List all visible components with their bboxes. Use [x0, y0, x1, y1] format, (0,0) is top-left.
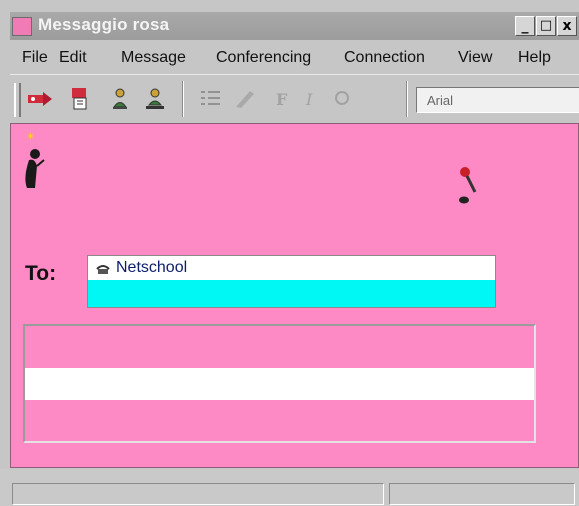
menu-connection[interactable]: Connection	[344, 49, 425, 67]
toolbar-grip[interactable]	[14, 83, 21, 117]
menu-view[interactable]: View	[458, 49, 492, 67]
italic-icon[interactable]: I	[298, 87, 326, 111]
app-icon[interactable]	[12, 17, 32, 36]
to-label: To:	[25, 262, 57, 285]
recipient-new-row[interactable]	[88, 280, 495, 307]
menu-message[interactable]: Message	[121, 49, 186, 67]
menu-conferencing[interactable]: Conferencing	[216, 49, 311, 67]
attach-icon[interactable]	[66, 87, 94, 111]
menu-file[interactable]: File	[22, 49, 48, 67]
underline-icon[interactable]	[328, 87, 356, 111]
maximize-button[interactable]: □	[536, 16, 556, 36]
svg-text:F: F	[276, 90, 288, 109]
status-bar	[0, 469, 579, 506]
window-title: Messaggio rosa	[38, 15, 170, 34]
message-body[interactable]	[23, 324, 536, 443]
recipient-field[interactable]: Netschool	[87, 255, 496, 308]
svg-text:I: I	[305, 90, 313, 109]
status-pane-main	[12, 483, 384, 505]
compose-area: ✶ To: Netschool	[10, 123, 579, 468]
menu-help[interactable]: Help	[518, 49, 551, 67]
bullet-list-icon[interactable]	[196, 87, 224, 111]
recipient-contact-icon	[95, 262, 111, 280]
menu-edit[interactable]: Edit	[59, 49, 87, 67]
recipient-row[interactable]: Netschool	[88, 256, 495, 280]
send-icon[interactable]	[26, 87, 54, 111]
message-line[interactable]	[25, 368, 534, 400]
font-select[interactable]: Arial	[416, 87, 579, 113]
toolbar: F I Arial	[10, 74, 579, 121]
minimize-button[interactable]: _	[515, 16, 535, 36]
menu-bar: File Edit Message Conferencing Connectio…	[0, 40, 579, 70]
app-window: Messaggio rosa _ □ x File Edit Message C…	[0, 0, 579, 506]
toolbar-separator	[406, 81, 408, 117]
close-button[interactable]: x	[557, 16, 577, 36]
bold-icon[interactable]: F	[268, 87, 296, 111]
recipient-name: Netschool	[116, 259, 188, 276]
user-list-icon[interactable]	[141, 87, 169, 111]
title-bar[interactable]: Messaggio rosa _ □ x	[10, 12, 579, 40]
toolbar-separator	[182, 81, 184, 117]
status-pane-secondary	[389, 483, 575, 505]
svg-text:✶: ✶	[26, 131, 35, 143]
mascot-icon: ✶	[21, 130, 47, 203]
format-icon[interactable]	[231, 87, 259, 111]
user-icon[interactable]	[106, 87, 134, 111]
microphone-icon	[455, 162, 481, 213]
